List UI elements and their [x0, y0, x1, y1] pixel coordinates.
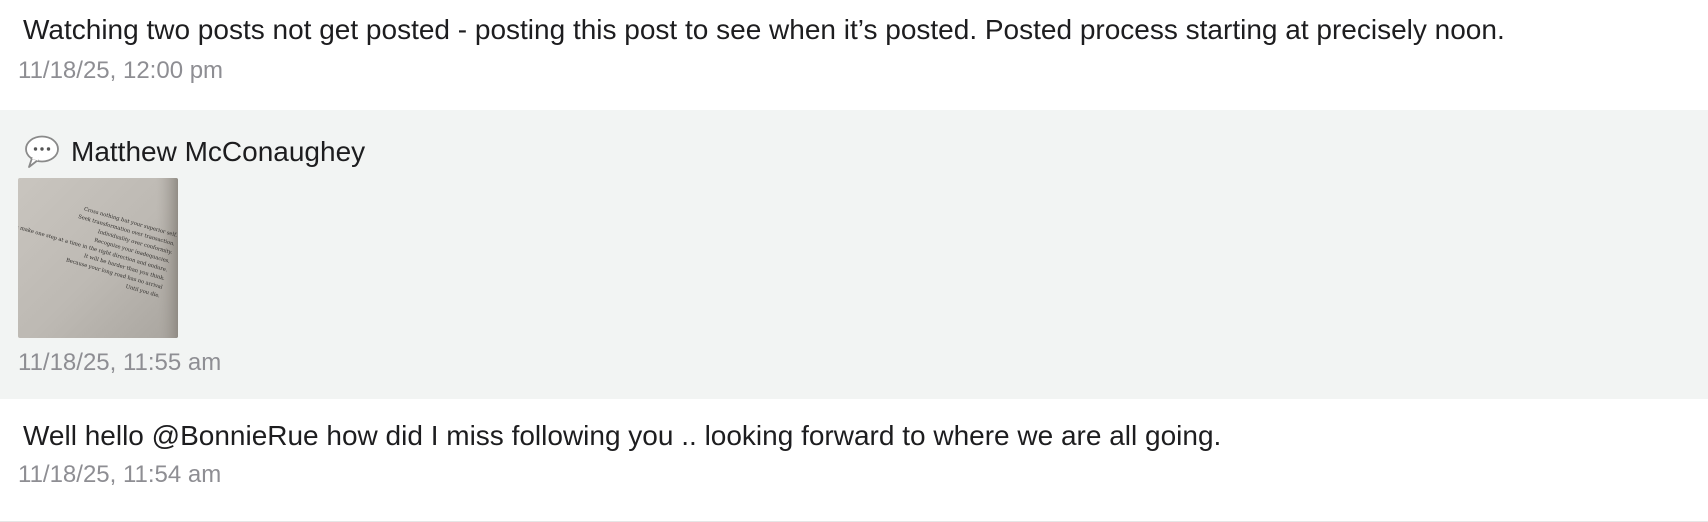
post-text: Well hello @BonnieRue how did I miss fol…	[23, 420, 1222, 451]
speech-bubble-icon	[23, 134, 61, 170]
post-timestamp[interactable]: 11/18/25, 11:54 am	[18, 460, 1690, 490]
post-item-highlighted[interactable]: Matthew McConaughey Cross nothing but yo…	[0, 110, 1708, 399]
post-author-name[interactable]: Matthew McConaughey	[71, 134, 365, 170]
post-text: Watching two posts not get posted - post…	[23, 14, 1505, 45]
post-image-thumbnail[interactable]: Cross nothing but your superior self. See…	[18, 178, 178, 338]
post-author-row: Matthew McConaughey	[18, 132, 1690, 172]
post-timestamp[interactable]: 11/18/25, 12:00 pm	[18, 56, 1690, 86]
post-item[interactable]: Watching two posts not get posted - post…	[0, 0, 1708, 110]
post-feed: Watching two posts not get posted - post…	[0, 0, 1708, 522]
post-item[interactable]: Well hello @BonnieRue how did I miss fol…	[0, 399, 1708, 522]
post-timestamp[interactable]: 11/18/25, 11:55 am	[18, 348, 1690, 378]
